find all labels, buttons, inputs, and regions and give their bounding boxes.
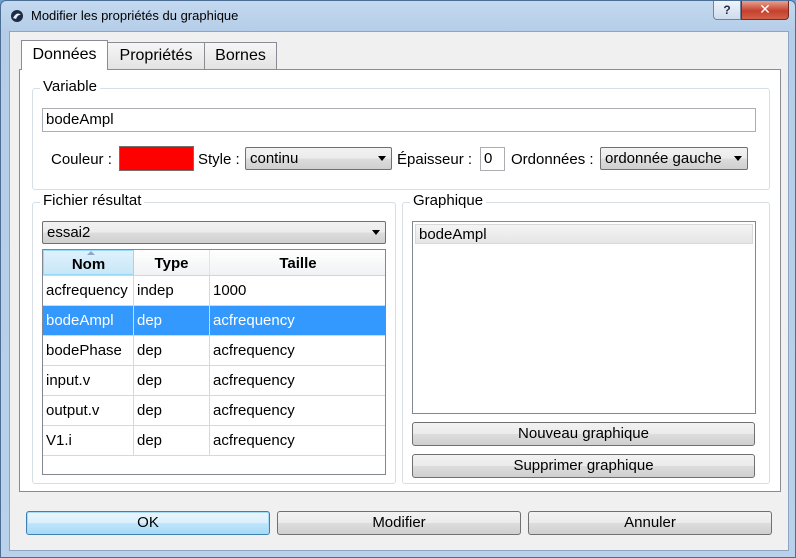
- result-file-group-title: Fichier résultat: [40, 192, 145, 209]
- table-header: Nom Type Taille: [43, 250, 385, 276]
- result-file-select-value: essai2: [47, 224, 91, 241]
- graphic-list[interactable]: bodeAmpl: [412, 221, 756, 414]
- cancel-button[interactable]: Annuler: [528, 511, 772, 535]
- variable-name-input[interactable]: bodeAmpl: [42, 108, 756, 132]
- title-bar[interactable]: Modifier les propriétés du graphique ? ✕: [1, 1, 795, 31]
- column-header-nom[interactable]: Nom: [43, 250, 134, 275]
- tab-proprietes[interactable]: Propriétés: [107, 42, 205, 69]
- cell-name: V1.i: [43, 426, 134, 456]
- modify-button[interactable]: Modifier: [277, 511, 521, 535]
- cell-size: acfrequency: [213, 402, 295, 419]
- table-row[interactable]: input.v dep acfrequency: [43, 366, 385, 396]
- cell-type: dep: [134, 366, 210, 396]
- cell-type: indep: [134, 276, 210, 306]
- delete-graphic-button[interactable]: Supprimer graphique: [412, 454, 755, 478]
- cell-name: bodeAmpl: [43, 306, 134, 336]
- style-select[interactable]: continu: [245, 147, 392, 170]
- cell-type: dep: [134, 336, 210, 366]
- variable-group-title: Variable: [40, 78, 100, 95]
- cell-type: dep: [134, 426, 210, 456]
- chevron-down-icon: [372, 230, 380, 235]
- cell-size: acfrequency: [213, 372, 295, 389]
- cell-type: dep: [134, 396, 210, 426]
- table-row[interactable]: output.v dep acfrequency: [43, 396, 385, 426]
- chevron-down-icon: [734, 156, 742, 161]
- cell-type: dep: [134, 306, 210, 336]
- ordinates-select-value: ordonnée gauche: [605, 150, 722, 167]
- column-header-taille[interactable]: Taille: [210, 250, 385, 275]
- cell-size: acfrequency: [213, 342, 295, 359]
- table-row[interactable]: bodePhase dep acfrequency: [43, 336, 385, 366]
- graphic-group: Graphique bodeAmpl Nouveau graphique Sup…: [402, 192, 770, 484]
- result-file-select[interactable]: essai2: [42, 221, 386, 244]
- style-label: Style :: [198, 151, 240, 168]
- table-row[interactable]: acfrequency indep 1000: [43, 276, 385, 306]
- chevron-down-icon: [378, 156, 386, 161]
- column-header-type[interactable]: Type: [134, 250, 210, 275]
- tab-bornes[interactable]: Bornes: [204, 42, 277, 69]
- app-logo-icon: [11, 10, 23, 22]
- dialog-window: Modifier les propriétés du graphique ? ✕…: [0, 0, 796, 558]
- cell-name: acfrequency: [43, 276, 134, 306]
- column-header-nom-label: Nom: [71, 256, 106, 273]
- table-row[interactable]: V1.i dep acfrequency: [43, 426, 385, 456]
- cell-size: 1000: [213, 282, 247, 299]
- ordinates-label: Ordonnées :: [511, 151, 594, 168]
- list-item[interactable]: bodeAmpl: [415, 224, 753, 244]
- cell-name: output.v: [43, 396, 134, 426]
- color-swatch-button[interactable]: [119, 146, 194, 171]
- thickness-label: Épaisseur :: [397, 151, 473, 168]
- style-select-value: continu: [250, 150, 299, 167]
- variable-group: Variable bodeAmpl Couleur : Style : cont…: [32, 78, 770, 190]
- window-title: Modifier les propriétés du graphique: [31, 8, 239, 23]
- ok-button[interactable]: OK: [26, 511, 270, 535]
- sort-up-icon: [87, 251, 95, 255]
- tab-panel-donnees: Variable bodeAmpl Couleur : Style : cont…: [19, 69, 781, 492]
- ordinates-select[interactable]: ordonnée gauche: [600, 147, 748, 170]
- cell-name: bodePhase: [43, 336, 134, 366]
- help-button[interactable]: ?: [713, 1, 741, 20]
- dialog-client-area: Données Propriétés Bornes Variable bodeA…: [9, 31, 789, 551]
- thickness-input[interactable]: 0: [480, 147, 505, 171]
- cell-size: acfrequency: [213, 432, 295, 449]
- table-row-selected[interactable]: bodeAmpl dep acfrequency: [43, 306, 385, 336]
- cell-size: acfrequency: [213, 312, 295, 329]
- close-button[interactable]: ✕: [741, 1, 789, 20]
- variables-table[interactable]: Nom Type Taille acfrequency indep 1000 b…: [42, 249, 386, 475]
- new-graphic-button[interactable]: Nouveau graphique: [412, 422, 755, 446]
- result-file-group: Fichier résultat essai2 Nom Type Taille: [32, 192, 396, 484]
- color-label: Couleur :: [51, 151, 112, 168]
- graphic-group-title: Graphique: [410, 192, 487, 209]
- tab-donnees[interactable]: Données: [21, 40, 108, 70]
- cell-name: input.v: [43, 366, 134, 396]
